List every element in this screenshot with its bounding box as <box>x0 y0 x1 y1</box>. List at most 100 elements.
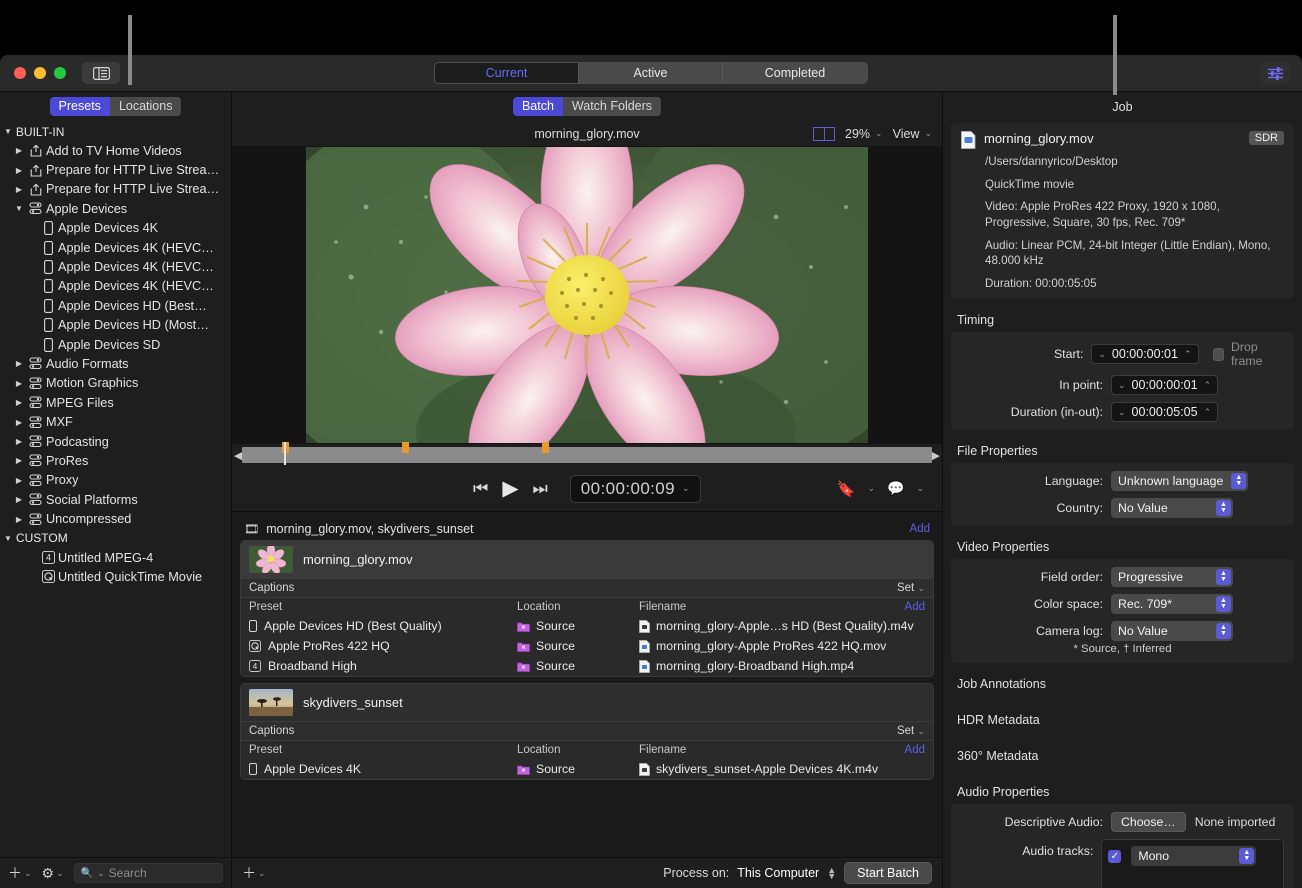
preset-row-untitled-mpeg-4[interactable]: 4 Untitled MPEG-4 <box>0 548 231 567</box>
output-add-link[interactable]: Add <box>905 744 925 756</box>
process-on-value[interactable]: This Computer <box>737 866 819 880</box>
preset-group-proxy[interactable]: ▶ Proxy <box>0 471 231 490</box>
preset-group-podcasting[interactable]: ▶ Podcasting <box>0 432 231 451</box>
chevron-down-icon[interactable]: ⌄ <box>1098 349 1106 360</box>
chevron-down-icon[interactable]: ⌄ <box>867 483 875 494</box>
tree-group-built-in[interactable]: ▼ BUILT-IN <box>0 122 231 141</box>
disclosure-triangle-icon[interactable]: ▶ <box>12 418 26 427</box>
preset-row-apple-devices-4k-hevc-3[interactable]: Apple Devices 4K (HEVC… <box>0 277 231 296</box>
captions-set-menu[interactable]: Set ⌄ <box>897 725 925 737</box>
presets-tree[interactable]: ▼ BUILT-IN ▶ Add to TV Home Videos ▶ Pre… <box>0 121 231 857</box>
tree-group-custom[interactable]: ▼ CUSTOM <box>0 529 231 548</box>
start-batch-button[interactable]: Start Batch <box>844 862 932 884</box>
job-card-header[interactable]: morning_glory.mov <box>241 541 933 578</box>
skip-to-end-icon[interactable]: ⏭ <box>532 479 547 499</box>
scrubber[interactable]: ◀ ▶ <box>232 442 942 466</box>
job-card-morning-glory[interactable]: morning_glory.mov Captions Set ⌄ Preset … <box>240 540 934 677</box>
preset-group-uncompressed[interactable]: ▶ Uncompressed <box>0 509 231 528</box>
process-on-stepper[interactable]: ▲ ▼ <box>827 866 836 881</box>
sliders-icon[interactable] <box>1260 62 1290 84</box>
job-annotations-section[interactable]: Job Annotations <box>957 677 1302 691</box>
disclosure-triangle-icon[interactable]: ▶ <box>12 166 26 175</box>
metadata-360-section[interactable]: 360° Metadata <box>957 749 1302 763</box>
disclosure-triangle-icon[interactable]: ▶ <box>12 456 26 465</box>
skip-to-start-icon[interactable]: ⏮ <box>473 479 488 499</box>
preset-row-apple-devices-sd[interactable]: Apple Devices SD <box>0 335 231 354</box>
pill-locations[interactable]: Locations <box>109 97 182 116</box>
output-add-link[interactable]: Add <box>905 601 925 613</box>
add-preset-button[interactable]: ＋ ⌄ <box>8 863 32 883</box>
tab-active[interactable]: Active <box>579 63 723 83</box>
preset-row-add-to-tv-home-videos[interactable]: ▶ Add to TV Home Videos <box>0 141 231 160</box>
disclosure-triangle-icon[interactable]: ▼ <box>4 534 12 543</box>
job-card-skydivers-sunset[interactable]: skydivers_sunset Captions Set ⌄ Preset L… <box>240 683 934 780</box>
preset-row-prepare-for-http-live-streaming-1[interactable]: ▶ Prepare for HTTP Live Strea… <box>0 160 231 179</box>
preset-group-apple-devices[interactable]: ▼ Apple Devices <box>0 199 231 218</box>
zoom-level-menu[interactable]: 29% ⌄ <box>845 127 883 141</box>
chevron-up-icon[interactable]: ⌃ <box>1204 380 1212 391</box>
field-order-popup[interactable]: Progressive ▲ ▼ <box>1111 567 1233 588</box>
ab-compare-icon[interactable] <box>813 126 835 141</box>
disclosure-triangle-icon[interactable]: ▼ <box>4 127 12 136</box>
marker-pin[interactable] <box>402 442 410 453</box>
disclosure-triangle-icon[interactable]: ▶ <box>12 515 26 524</box>
duration-timecode-field[interactable]: ⌄ 00:00:05:05 ⌃ <box>1111 402 1219 423</box>
batch-watchfolders-switch[interactable]: Batch Watch Folders <box>512 97 662 116</box>
preset-row-untitled-quicktime-movie[interactable]: Untitled QuickTime Movie <box>0 567 231 586</box>
preset-row-apple-devices-4k[interactable]: Apple Devices 4K <box>0 219 231 238</box>
preset-group-mpeg-files[interactable]: ▶ MPEG Files <box>0 393 231 412</box>
sidebar-toggle-icon[interactable] <box>82 62 120 84</box>
disclosure-triangle-icon[interactable]: ▶ <box>12 146 26 155</box>
zoom-button[interactable] <box>54 67 66 79</box>
playhead[interactable] <box>284 442 287 465</box>
chevron-up-icon[interactable]: ⌃ <box>1184 349 1192 360</box>
out-point-handle-icon[interactable]: ▶ <box>932 449 940 462</box>
inspector-content[interactable]: morning_glory.mov SDR /Users/dannyrico/D… <box>943 121 1302 888</box>
preset-group-prores[interactable]: ▶ ProRes <box>0 451 231 470</box>
audio-track-popup[interactable]: Mono ▲ ▼ <box>1131 846 1257 867</box>
add-job-button[interactable]: ＋ ⌄ <box>242 863 266 883</box>
disclosure-triangle-icon[interactable]: ▶ <box>12 476 26 485</box>
marker-pin[interactable] <box>542 442 550 453</box>
choose-descriptive-audio-button[interactable]: Choose… <box>1111 812 1186 833</box>
disclosure-triangle-icon[interactable]: ▼ <box>12 204 26 213</box>
preset-group-mxf[interactable]: ▶ MXF <box>0 412 231 431</box>
hdr-metadata-section[interactable]: HDR Metadata <box>957 713 1302 727</box>
batch-state-segmented-control[interactable]: Current Active Completed <box>434 62 868 84</box>
in-point-handle-icon[interactable]: ◀ <box>234 449 242 462</box>
preset-row-apple-devices-4k-hevc-2[interactable]: Apple Devices 4K (HEVC… <box>0 257 231 276</box>
play-icon[interactable]: ▶ <box>502 476 518 501</box>
disclosure-triangle-icon[interactable]: ▶ <box>12 379 26 388</box>
language-popup[interactable]: Unknown language ▲ ▼ <box>1111 471 1249 492</box>
preset-row-prepare-for-http-live-streaming-2[interactable]: ▶ Prepare for HTTP Live Strea… <box>0 180 231 199</box>
camera-log-popup[interactable]: No Value ▲ ▼ <box>1111 621 1233 642</box>
search-input[interactable]: 🔍 ⌄ Search <box>73 863 223 883</box>
scrubber-track[interactable] <box>242 442 932 465</box>
pill-batch[interactable]: Batch <box>512 97 563 116</box>
job-card-header[interactable]: skydivers_sunset <box>241 684 933 721</box>
chevron-down-icon[interactable]: ⌄ <box>916 483 924 494</box>
country-popup[interactable]: No Value ▲ ▼ <box>1111 498 1233 519</box>
tab-current[interactable]: Current <box>435 63 579 83</box>
preview-viewer[interactable] <box>232 146 942 444</box>
color-space-popup[interactable]: Rec. 709* ▲ ▼ <box>1111 594 1233 615</box>
pill-watch-folders[interactable]: Watch Folders <box>562 97 662 116</box>
disclosure-triangle-icon[interactable]: ▶ <box>12 185 26 194</box>
output-row[interactable]: Apple Devices 4K Source skydivers_sunset… <box>241 759 933 779</box>
preset-group-audio-formats[interactable]: ▶ Audio Formats <box>0 354 231 373</box>
caption-icon[interactable]: 💬 <box>887 480 904 497</box>
minimize-button[interactable] <box>34 67 46 79</box>
disclosure-triangle-icon[interactable]: ▶ <box>12 437 26 446</box>
captions-set-menu[interactable]: Set ⌄ <box>897 582 925 594</box>
audio-tracks-list[interactable]: ✓ Mono ▲ ▼ <box>1101 839 1284 888</box>
disclosure-triangle-icon[interactable]: ▶ <box>12 398 26 407</box>
close-button[interactable] <box>14 67 26 79</box>
audio-track-checkbox[interactable]: ✓ <box>1108 849 1122 863</box>
presets-locations-switch[interactable]: Presets Locations <box>49 97 182 116</box>
preset-row-apple-devices-4k-hevc-1[interactable]: Apple Devices 4K (HEVC… <box>0 238 231 257</box>
preset-actions-button[interactable]: ⚙ ⌄ <box>42 865 64 882</box>
chevron-down-icon[interactable]: ⌄ <box>1118 380 1126 391</box>
preset-row-apple-devices-hd-most[interactable]: Apple Devices HD (Most… <box>0 316 231 335</box>
start-timecode-field[interactable]: ⌄ 00:00:00:01 ⌃ <box>1091 344 1199 365</box>
batch-list[interactable]: 🎞 morning_glory.mov, skydivers_sunset Ad… <box>232 511 942 857</box>
